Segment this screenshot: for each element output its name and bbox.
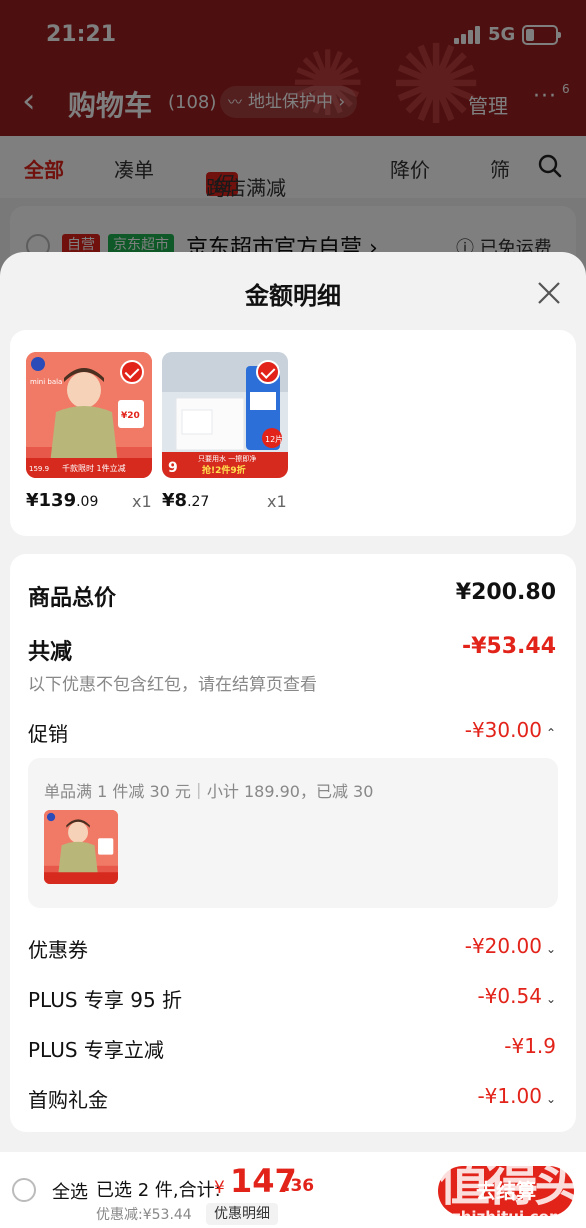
watermark-url: zhizhitui.com [452, 1208, 565, 1226]
product-qty-2: x1 [267, 492, 287, 511]
corner-num: 9 [168, 460, 178, 476]
banner-text: 千款限时 1件立减 [62, 463, 126, 473]
plus95-row-toggle[interactable]: -¥0.54 ⌄ [477, 984, 556, 1008]
plus95-value: -¥0.54 [477, 984, 542, 1008]
chevron-up-icon: ⌃ [545, 726, 556, 740]
product-thumbnail-2[interactable]: 12片 9 只要用水 一擦即净 抢!2件9折 [162, 352, 288, 478]
total-price-value: ¥200.80 [455, 580, 556, 605]
promo-detail-box: 单品满 1 件减 30 元｜小计 189.90，已减 30 [28, 758, 558, 908]
products-card: mini bala ¥20 159.9 千款限时 1件立减 ¥139.09 x1 [10, 330, 576, 536]
first-buy-value: -¥1.00 [477, 1084, 542, 1108]
total-amount-decimal: .36 [284, 1176, 315, 1196]
product-image-jacket [44, 810, 118, 884]
coupon-value: -¥20.00 [464, 934, 542, 958]
amount-detail-card: 商品总价 ¥200.80 共减 -¥53.44 以下优惠不包含红包，请在结算页查… [10, 554, 576, 1132]
product-qty-1: x1 [132, 492, 152, 511]
selected-summary: 已选 2 件,合计: [96, 1180, 221, 1201]
chevron-down-icon: ⌄ [545, 942, 556, 956]
discount-detail-button[interactable]: 优惠明细 [206, 1203, 278, 1225]
count-badge: 12片 [265, 434, 283, 444]
selected-check-icon [256, 360, 280, 384]
select-all-radio[interactable] [12, 1178, 36, 1202]
sheet-title: 金额明细 [245, 282, 341, 310]
watermark-logo-text: 值得买 [438, 1153, 586, 1213]
sub-banner-text: 抢!2件9折 [202, 464, 246, 476]
promo-detail-text: 单品满 1 件减 30 元｜小计 189.90，已减 30 [44, 782, 374, 801]
coupon-row-toggle[interactable]: -¥20.00 ⌄ [465, 934, 556, 958]
amount-detail-sheet: 金额明细 mini bala ¥20 159.9 千款限时 1件立减 ¥139.… [0, 252, 586, 1152]
plus95-label: PLUS 专享 95 折 [28, 988, 183, 1012]
chevron-down-icon: ⌄ [545, 992, 556, 1006]
close-icon[interactable] [534, 278, 564, 308]
plus-direct-label: PLUS 专享立减 [28, 1038, 164, 1062]
promo-product-thumbnail[interactable] [44, 810, 118, 884]
brand-text: mini bala [30, 378, 62, 386]
reduce-note: 以下优惠不包含红包，请在结算页查看 [28, 675, 317, 695]
promo-row-toggle[interactable]: -¥30.00 ⌃ [465, 718, 556, 742]
selected-check-icon [120, 360, 144, 384]
total-reduce-label: 共减 [28, 640, 73, 665]
select-all-label[interactable]: 全选 [52, 1178, 88, 1204]
product-price-1: ¥139.09 [26, 490, 99, 511]
total-price-label: 商品总价 [28, 586, 117, 611]
plus-direct-value: -¥1.9 [504, 1034, 556, 1058]
promo-label: 促销 [28, 722, 68, 746]
currency-symbol: ¥ [214, 1178, 225, 1198]
coupon-label: 优惠券 [28, 938, 88, 962]
discount-summary: 优惠减:¥53.44 [96, 1207, 192, 1223]
corner-price: 159.9 [29, 465, 49, 473]
first-buy-row-toggle[interactable]: -¥1.00 ⌄ [477, 1084, 556, 1108]
chevron-down-icon: ⌄ [545, 1092, 556, 1106]
promo-value: -¥30.00 [464, 718, 542, 742]
product-price-2: ¥8.27 [162, 490, 210, 511]
watermark: 值得买 zhizhitui.com [432, 1140, 586, 1228]
banner-text: 只要用水 一擦即净 [198, 454, 256, 463]
product-thumbnail-1[interactable]: mini bala ¥20 159.9 千款限时 1件立减 [26, 352, 152, 478]
first-buy-label: 首购礼金 [28, 1088, 108, 1112]
total-reduce-value: -¥53.44 [461, 634, 556, 659]
badge-text: ¥20 [121, 411, 140, 421]
